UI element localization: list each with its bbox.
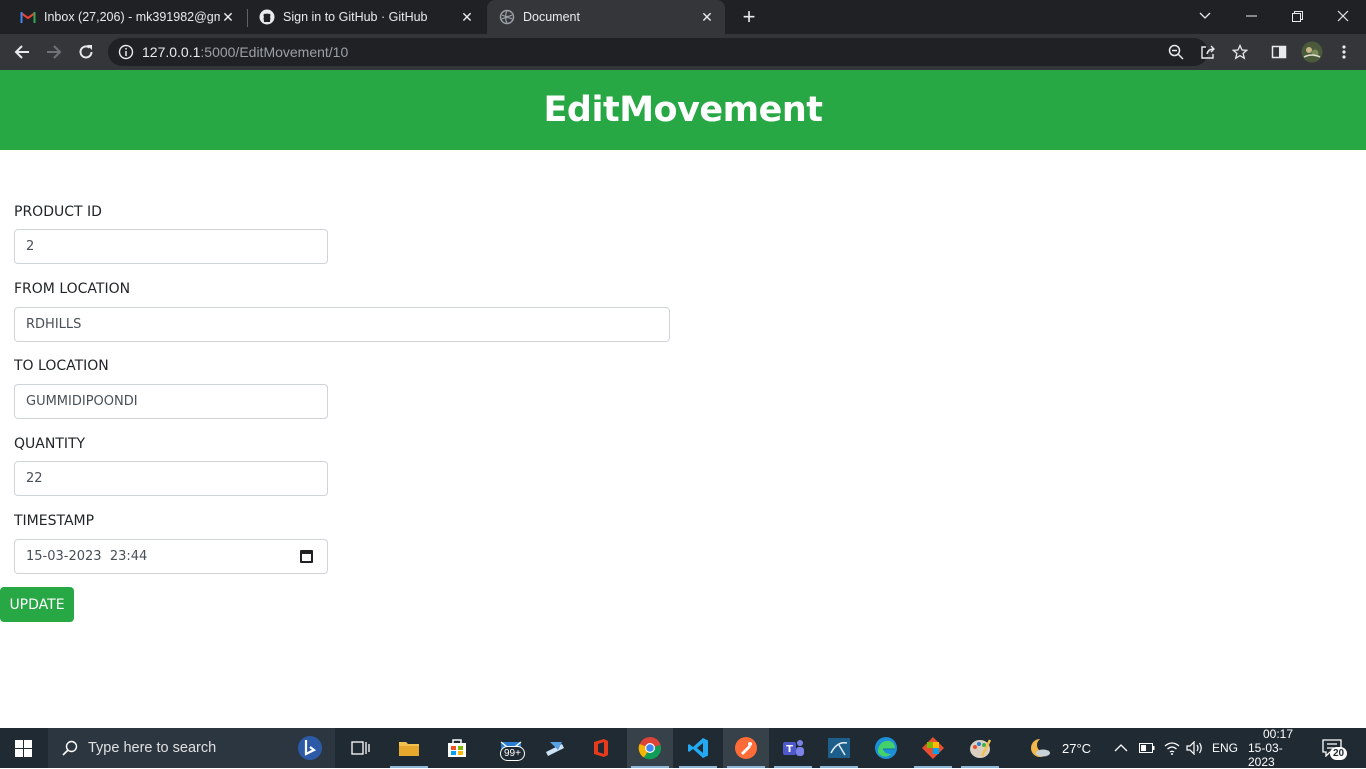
tab-title: Sign in to GitHub · GitHub [283,10,428,24]
weather-moon-icon [1030,737,1052,759]
globe-icon [499,9,515,25]
taskbar-search-box[interactable]: Type here to search [48,728,335,768]
volume-icon[interactable] [1186,728,1204,768]
tab-title: Inbox (27,206) - mk391982@gmail.com - Gm… [44,10,220,24]
browser-toolbar: 127.0.0.1:5000/EditMovement/10 [0,34,1366,70]
share-icon[interactable] [1200,44,1216,60]
quantity-label: QUANTITY [14,436,86,452]
bookmark-star-icon[interactable] [1231,43,1249,60]
weather-widget[interactable]: 27°C [1030,728,1091,768]
battery-icon[interactable] [1139,728,1155,768]
teams-icon[interactable]: T [770,728,816,768]
reload-icon[interactable] [74,40,98,64]
notification-center-icon[interactable]: 20 [1322,728,1348,768]
tab-github[interactable]: Sign in to GitHub · GitHub ✕ [247,0,485,34]
restore-icon[interactable] [1274,0,1320,32]
wifi-icon[interactable] [1164,728,1180,768]
vscode-icon[interactable] [675,728,721,768]
windows-taskbar: Type here to search 99+ T 27°C ENG 00:17… [0,727,1366,769]
tab-title: Document [523,10,580,24]
tab-document[interactable]: Document ✕ [487,0,725,34]
kebab-menu-icon[interactable] [1336,44,1352,60]
notification-badge: 20 [1330,747,1348,760]
desktop-app-icon[interactable] [532,728,578,768]
quantity-value: 22 [26,471,43,486]
search-icon [62,740,78,756]
search-placeholder: Type here to search [88,740,217,756]
close-tab-icon[interactable]: ✕ [220,9,236,25]
quantity-input[interactable]: 22 [14,461,328,496]
mail-badge: 99+ [500,746,525,761]
svg-text:T: T [786,744,793,755]
microsoft-store-icon[interactable] [434,728,480,768]
update-button[interactable]: UPDATE [0,587,74,622]
profile-avatar[interactable] [1301,41,1323,63]
page-title: EditMovement [543,90,823,130]
from-location-input[interactable]: RDHILLS [14,307,670,342]
clock[interactable]: 00:17 15-03-2023 [1248,727,1308,769]
timestamp-label: TIMESTAMP [14,513,95,529]
clock-date: 15-03-2023 [1248,741,1283,769]
tab-gmail[interactable]: Inbox (27,206) - mk391982@gmail.com - Gm… [8,0,246,34]
language-indicator[interactable]: ENG [1212,728,1238,768]
url-host: 127.0.0.1 [142,44,201,60]
weather-temperature: 27°C [1062,740,1092,756]
side-panel-icon[interactable] [1271,44,1287,60]
to-location-value: GUMMIDIPOONDI [26,394,138,409]
timestamp-input[interactable]: 15-03-2023 23:44 [14,539,328,574]
git-gui-icon[interactable] [910,728,956,768]
url-text: 127.0.0.1:5000/EditMovement/10 [142,44,348,60]
address-bar[interactable]: 127.0.0.1:5000/EditMovement/10 [108,38,1249,66]
github-icon [259,9,275,25]
edge-icon[interactable] [863,728,909,768]
page-header: EditMovement [0,70,1366,150]
forward-icon[interactable] [42,40,66,64]
calendar-icon[interactable] [300,550,313,563]
office-icon[interactable] [578,728,624,768]
site-info-icon[interactable] [118,44,134,65]
zoom-icon[interactable] [1168,44,1184,60]
product-id-input[interactable]: 2 [14,229,328,264]
from-location-label: FROM LOCATION [14,281,131,297]
mail-icon[interactable]: 99+ [488,728,534,768]
back-icon[interactable] [10,40,34,64]
timestamp-value: 15-03-2023 23:44 [26,549,148,564]
to-location-label: TO LOCATION [14,358,109,374]
close-tab-icon[interactable]: ✕ [699,9,715,25]
minimize-icon[interactable] [1228,0,1274,32]
to-location-input[interactable]: GUMMIDIPOONDI [14,384,328,419]
chrome-icon[interactable] [627,728,673,768]
show-hidden-icons-icon[interactable] [1114,728,1128,768]
browser-tab-strip: Inbox (27,206) - mk391982@gmail.com - Gm… [0,0,1366,34]
file-explorer-icon[interactable] [386,728,432,768]
tab-search-icon[interactable] [1182,0,1228,32]
clock-time: 00:17 [1262,727,1294,741]
bing-icon[interactable] [297,735,323,761]
url-path: :5000/EditMovement/10 [200,44,349,60]
task-view-icon[interactable] [338,728,384,768]
gmail-icon [20,9,36,25]
postman-icon[interactable] [723,728,769,768]
mysql-workbench-icon[interactable] [816,728,862,768]
windows-start-icon[interactable] [0,728,46,768]
product-id-label: PRODUCT ID [14,204,102,220]
close-tab-icon[interactable]: ✕ [459,9,475,25]
new-tab-button[interactable]: + [738,6,760,28]
paint-icon[interactable] [957,728,1003,768]
from-location-value: RDHILLS [26,317,82,332]
edit-movement-form: PRODUCT ID 2 FROM LOCATION RDHILLS TO LO… [0,150,1366,728]
close-window-icon[interactable] [1320,0,1366,32]
product-id-value: 2 [26,239,35,254]
